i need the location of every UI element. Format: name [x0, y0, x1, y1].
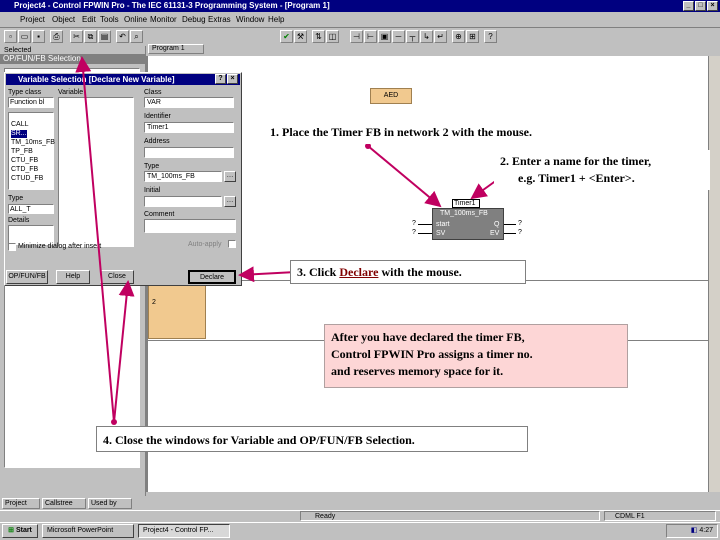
- callout-step-3-pre: 3. Click: [297, 265, 340, 279]
- arrow-4b: [113, 280, 135, 423]
- callout-step-1-text: 1. Place the Timer FB in network 2 with …: [270, 125, 532, 139]
- info-line-3: and reserves memory space for it.: [331, 364, 504, 378]
- arrow-3: [238, 266, 297, 283]
- callout-step-2: 2. Enter a name for the timer, e.g. Time…: [494, 150, 710, 190]
- clock: 4:27: [699, 527, 713, 534]
- tab-used-by[interactable]: Used by: [88, 498, 132, 509]
- status-plc-text: CDML F1: [615, 513, 645, 520]
- info-box: After you have declared the timer FB, Co…: [324, 324, 628, 388]
- callout-step-2-line-1: 2. Enter a name for the timer,: [500, 154, 652, 168]
- taskbar-item-project4-label: Project4 - Control FP...: [143, 527, 214, 534]
- callout-step-1: 1. Place the Timer FB in network 2 with …: [264, 120, 628, 144]
- info-line-1: After you have declared the timer FB,: [331, 330, 525, 344]
- tab-callstree-label: Callstree: [45, 500, 73, 507]
- tab-used-by-label: Used by: [91, 500, 117, 507]
- callout-step-4: 4. Close the windows for Variable and OP…: [96, 426, 528, 452]
- taskbar-item-powerpoint[interactable]: Microsoft PowerPoint: [42, 524, 134, 538]
- callout-step-3: 3. Click Declare with the mouse.: [290, 260, 526, 284]
- tab-project[interactable]: Project: [2, 498, 40, 509]
- windows-logo-icon: ⊞: [8, 527, 14, 534]
- arrow-1: [367, 145, 442, 208]
- status-mode: Ready: [300, 511, 600, 521]
- callout-step-3-post: with the mouse.: [378, 265, 462, 279]
- callout-step-2-line-2: e.g. Timer1 + <Enter>.: [518, 171, 635, 185]
- taskbar-item-project4[interactable]: Project4 - Control FP...: [138, 524, 230, 538]
- tab-callstree[interactable]: Callstree: [42, 498, 86, 509]
- arrow-4a: [75, 56, 115, 423]
- start-label: Start: [15, 527, 32, 534]
- tab-project-label: Project: [5, 500, 27, 507]
- callout-step-3-declare: Declare: [339, 265, 379, 279]
- status-mode-text: Ready: [315, 513, 336, 520]
- taskbar-item-powerpoint-label: Microsoft PowerPoint: [47, 527, 114, 534]
- callout-step-4-text: 4. Close the windows for Variable and OP…: [103, 433, 415, 447]
- start-button[interactable]: ⊞ Start: [2, 524, 38, 538]
- status-plc: CDML F1: [604, 511, 716, 521]
- arrow-dot-4: [111, 419, 117, 425]
- tray-icon: ◧: [690, 527, 698, 534]
- system-tray: ◧ 4:27: [666, 524, 718, 538]
- info-line-2: Control FPWIN Pro assigns a timer no.: [331, 347, 533, 361]
